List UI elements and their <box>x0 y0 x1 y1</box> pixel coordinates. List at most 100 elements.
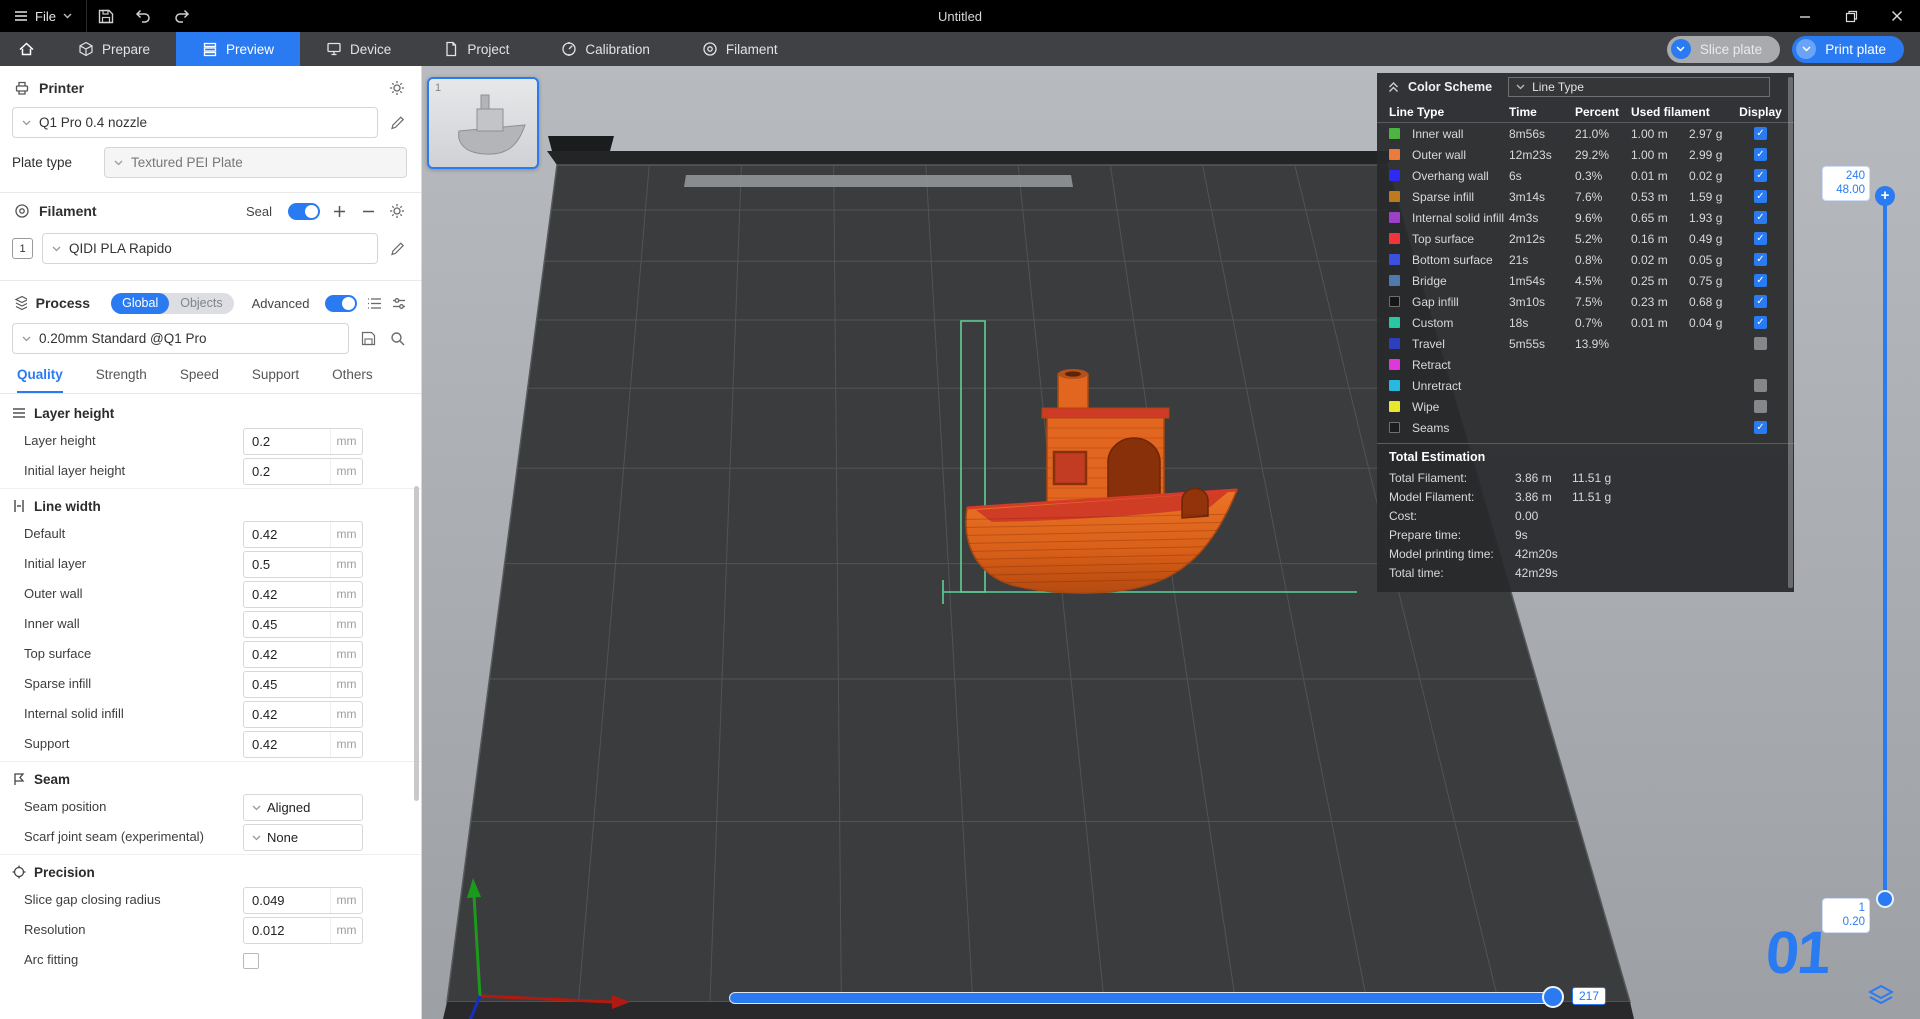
retract-swatch <box>1389 359 1400 370</box>
filament-preset-select[interactable]: QIDI PLA Rapido <box>42 233 378 264</box>
slice-options-chevron-icon[interactable] <box>1671 39 1691 59</box>
tab-project[interactable]: Project <box>417 32 535 66</box>
printer-settings-button[interactable] <box>387 78 407 98</box>
scope-objects-button[interactable]: Objects <box>169 293 233 314</box>
edit-filament-button[interactable] <box>387 239 407 259</box>
print-plate-button[interactable]: Print plate <box>1792 36 1904 63</box>
param-input-default[interactable]: 0.42mm <box>243 521 363 548</box>
display-checkbox-wipe[interactable] <box>1754 400 1767 413</box>
redo-button[interactable] <box>163 0 201 32</box>
step-slider-handle[interactable] <box>1542 986 1564 1008</box>
display-checkbox-top-surface[interactable]: ✓ <box>1754 232 1767 245</box>
display-checkbox-inner-wall[interactable]: ✓ <box>1754 127 1767 140</box>
param-row-support: Support0.42mm <box>0 731 421 758</box>
color-scheme-select[interactable]: Line Type <box>1508 77 1770 97</box>
step-slider-track[interactable] <box>729 992 1561 1004</box>
parameter-filter-button[interactable] <box>391 293 407 313</box>
edit-printer-button[interactable] <box>387 113 407 133</box>
search-parameters-button[interactable] <box>387 329 407 349</box>
display-checkbox-sparse-infill[interactable]: ✓ <box>1754 190 1767 203</box>
display-checkbox-gap-infill[interactable]: ✓ <box>1754 295 1767 308</box>
param-input-initial-layer-height[interactable]: 0.2mm <box>243 458 363 485</box>
close-button[interactable] <box>1874 0 1920 32</box>
tab-prepare[interactable]: Prepare <box>52 32 176 66</box>
display-checkbox-bottom-surface[interactable]: ✓ <box>1754 253 1767 266</box>
param-input-support[interactable]: 0.42mm <box>243 731 363 758</box>
param-input-top-surface[interactable]: 0.42mm <box>243 641 363 668</box>
slice-plate-button[interactable]: Slice plate <box>1667 36 1780 63</box>
param-input-sparse-infill[interactable]: 0.45mm <box>243 671 363 698</box>
plate-type-select[interactable]: Textured PEI Plate <box>104 147 407 178</box>
process-tab-support[interactable]: Support <box>252 367 299 393</box>
pencil-icon <box>390 115 405 130</box>
display-checkbox-bridge[interactable]: ✓ <box>1754 274 1767 287</box>
total-label: Total time: <box>1389 566 1515 580</box>
param-input-internal-solid-infill[interactable]: 0.42mm <box>243 701 363 728</box>
display-checkbox-seams[interactable]: ✓ <box>1754 421 1767 434</box>
param-input-slice-gap-closing-radius[interactable]: 0.049mm <box>243 887 363 914</box>
layer-slider-bottom-handle[interactable] <box>1876 890 1894 908</box>
display-checkbox-travel[interactable] <box>1754 337 1767 350</box>
line-type-time: 21s <box>1509 253 1575 267</box>
arc-fitting-checkbox[interactable] <box>243 953 259 969</box>
parameter-list-button[interactable] <box>366 293 382 313</box>
filament-settings-button[interactable] <box>387 201 407 221</box>
slice-plate-label: Slice plate <box>1700 42 1762 57</box>
seal-toggle[interactable] <box>288 203 320 220</box>
tab-calibration[interactable]: Calibration <box>535 32 676 66</box>
filament-slot-badge[interactable]: 1 <box>12 238 33 259</box>
viewport-3d[interactable]: 1 Color Scheme Line Type <box>422 66 1920 1019</box>
tab-filament[interactable]: Filament <box>676 32 804 66</box>
home-button[interactable] <box>0 32 52 66</box>
param-input-layer-height[interactable]: 0.2mm <box>243 428 363 455</box>
layers-stack-icon[interactable] <box>1868 984 1894 1008</box>
scope-global-button[interactable]: Global <box>111 293 169 314</box>
display-checkbox-overhang-wall[interactable]: ✓ <box>1754 169 1767 182</box>
param-input-resolution[interactable]: 0.012mm <box>243 917 363 944</box>
save-preset-button[interactable] <box>358 329 378 349</box>
value-slot: 0.049mm <box>243 887 363 914</box>
process-tab-quality[interactable]: Quality <box>17 367 63 393</box>
maximize-button[interactable] <box>1828 0 1874 32</box>
collapse-chevrons-icon[interactable] <box>1387 81 1400 93</box>
value-slot: Aligned <box>243 794 363 821</box>
display-checkbox-custom[interactable]: ✓ <box>1754 316 1767 329</box>
advanced-toggle[interactable] <box>325 295 357 312</box>
param-input-inner-wall[interactable]: 0.45mm <box>243 611 363 638</box>
chevron-down-icon <box>114 160 123 166</box>
undo-button[interactable] <box>125 0 163 32</box>
param-input-outer-wall[interactable]: 0.42mm <box>243 581 363 608</box>
z-axis-arrow <box>465 996 480 1019</box>
process-tab-others[interactable]: Others <box>332 367 373 393</box>
color-scheme-value: Line Type <box>1532 80 1584 94</box>
legend-scrollbar[interactable] <box>1788 77 1793 588</box>
line-type-weight: 2.99 g <box>1689 148 1739 162</box>
plate-thumbnail[interactable]: 1 <box>427 77 539 169</box>
tab-device[interactable]: Device <box>300 32 417 66</box>
process-preset-select[interactable]: 0.20mm Standard @Q1 Pro <box>12 323 349 354</box>
display-checkbox-internal-solid-infill[interactable]: ✓ <box>1754 211 1767 224</box>
display-checkbox-outer-wall[interactable]: ✓ <box>1754 148 1767 161</box>
param-select-seam-position[interactable]: Aligned <box>243 794 363 821</box>
save-project-button[interactable] <box>87 0 125 32</box>
total-estimation-rows: Total Filament:3.86 m11.51 gModel Filame… <box>1377 468 1794 582</box>
printer-preset-select[interactable]: Q1 Pro 0.4 nozzle <box>12 107 378 138</box>
process-tab-strength[interactable]: Strength <box>96 367 147 393</box>
file-menu-label: File <box>35 9 56 24</box>
print-options-chevron-icon[interactable] <box>1796 39 1816 59</box>
param-value: 0.012 <box>244 923 330 938</box>
display-checkbox-unretract[interactable] <box>1754 379 1767 392</box>
tab-preview[interactable]: Preview <box>176 32 300 66</box>
remove-filament-button[interactable] <box>358 201 378 221</box>
file-menu-button[interactable]: File <box>0 0 87 32</box>
param-input-initial-layer[interactable]: 0.5mm <box>243 551 363 578</box>
add-filament-button[interactable] <box>329 201 349 221</box>
minimize-button[interactable] <box>1782 0 1828 32</box>
sidebar-scrollbar[interactable] <box>414 486 419 801</box>
process-tab-speed[interactable]: Speed <box>180 367 219 393</box>
param-select-scarf-joint-seam-experimental[interactable]: None <box>243 824 363 851</box>
param-row-arc-fitting: Arc fitting <box>0 947 421 974</box>
display-cell <box>1739 379 1782 392</box>
layer-slider-top-handle[interactable]: + <box>1875 186 1895 206</box>
layer-slider-track[interactable] <box>1883 204 1887 900</box>
